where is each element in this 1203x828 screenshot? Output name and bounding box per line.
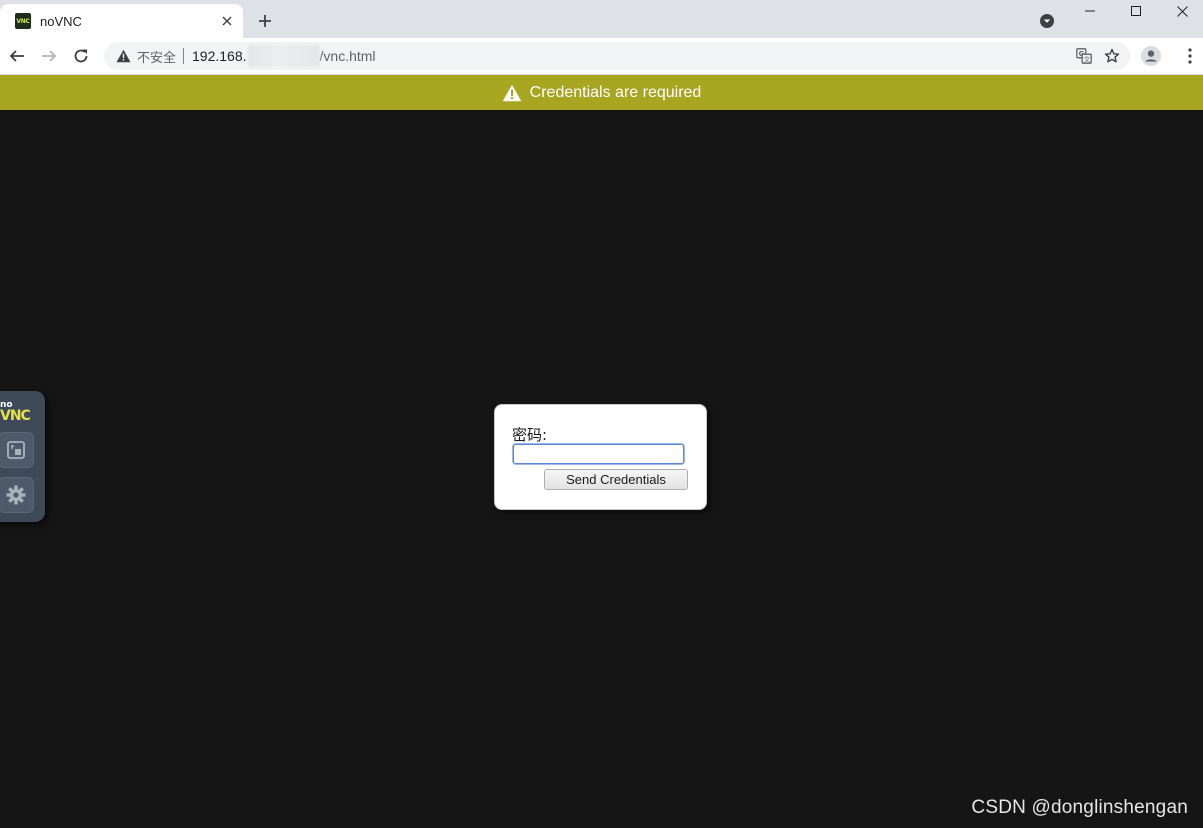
tab-close-icon[interactable] bbox=[219, 13, 235, 29]
novnc-control-bar[interactable]: no VNC bbox=[0, 391, 45, 522]
password-field[interactable] bbox=[513, 444, 684, 464]
reload-icon[interactable] bbox=[69, 44, 93, 68]
status-message: Credentials are required bbox=[529, 83, 702, 101]
tab-search-icon[interactable] bbox=[1039, 13, 1055, 29]
url-path: /vnc.html bbox=[319, 48, 376, 64]
warning-icon[interactable] bbox=[115, 48, 131, 64]
credentials-dialog: 密码: Send Credentials bbox=[494, 404, 707, 510]
send-credentials-button[interactable]: Send Credentials bbox=[544, 469, 688, 490]
redacted-url-segment bbox=[247, 45, 320, 67]
logo-bottom-text: VNC bbox=[0, 408, 31, 424]
minimize-window-icon[interactable] bbox=[1067, 0, 1113, 22]
address-separator bbox=[183, 48, 185, 64]
novnc-favicon-icon: VNC bbox=[15, 13, 31, 29]
more-menu-icon[interactable] bbox=[1178, 44, 1202, 68]
address-bar[interactable]: 不安全 192.168. /vnc.html G文 bbox=[104, 42, 1130, 70]
watermark-text: CSDN @donglinshengan bbox=[971, 797, 1188, 818]
browser-tab-strip: VNC noVNC bbox=[0, 0, 1203, 38]
password-label: 密码: bbox=[512, 426, 548, 444]
maximize-window-icon[interactable] bbox=[1113, 0, 1159, 22]
browser-tab[interactable]: VNC noVNC bbox=[0, 4, 243, 38]
tab-title: noVNC bbox=[40, 13, 82, 29]
forward-arrow-icon[interactable] bbox=[37, 44, 61, 68]
security-status-label[interactable]: 不安全 bbox=[137, 47, 176, 66]
warning-icon bbox=[502, 83, 522, 103]
translate-icon[interactable]: G文 bbox=[1070, 42, 1098, 70]
profile-avatar-icon[interactable] bbox=[1139, 44, 1163, 68]
browser-toolbar: 不安全 192.168. /vnc.html G文 bbox=[0, 38, 1203, 75]
settings-button[interactable] bbox=[0, 477, 34, 513]
fullscreen-button[interactable] bbox=[0, 432, 34, 468]
url-host: 192.168. bbox=[192, 48, 247, 64]
svg-text:文: 文 bbox=[1084, 55, 1091, 64]
new-tab-button[interactable] bbox=[254, 10, 276, 32]
close-window-icon[interactable] bbox=[1159, 0, 1203, 22]
novnc-logo: no VNC bbox=[0, 401, 34, 424]
fullscreen-icon bbox=[7, 441, 25, 459]
gear-icon bbox=[6, 485, 26, 505]
status-banner: Credentials are required bbox=[0, 75, 1203, 110]
back-arrow-icon[interactable] bbox=[5, 44, 29, 68]
bookmark-star-icon[interactable] bbox=[1098, 42, 1126, 70]
